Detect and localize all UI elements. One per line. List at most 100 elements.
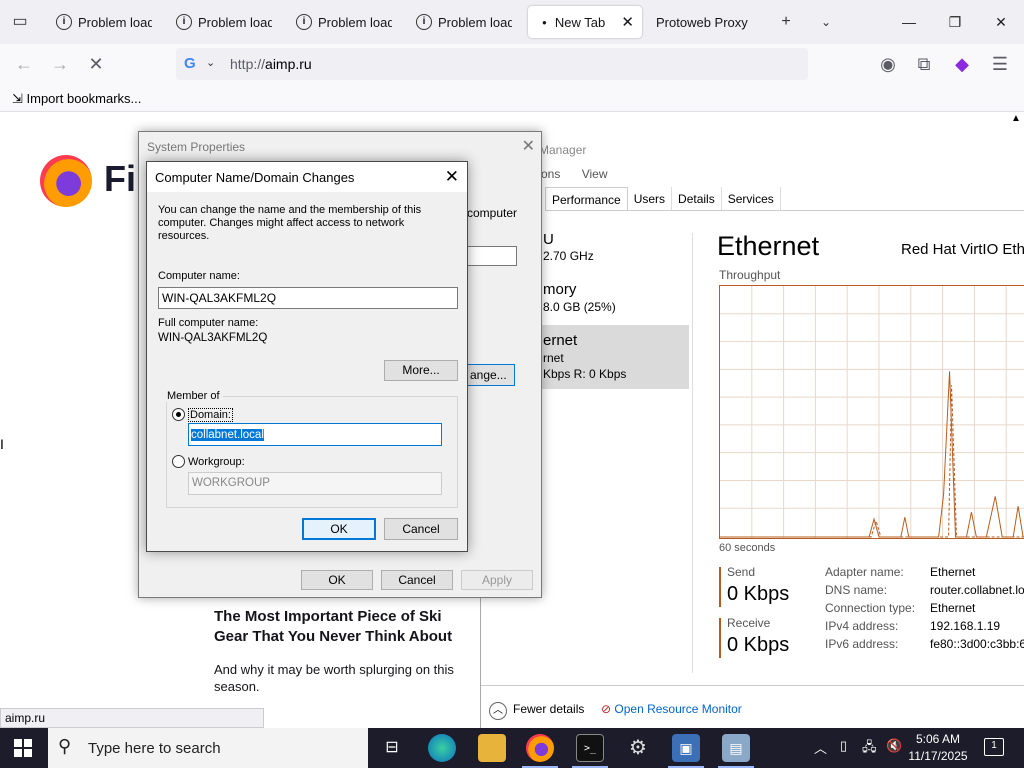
- extensions-puzzle-icon[interactable]: ⧉: [912, 52, 936, 76]
- ok-button[interactable]: OK: [302, 518, 376, 540]
- hamburger-menu-icon[interactable]: ☰: [988, 52, 1012, 76]
- url-bar[interactable]: G ⌄ http://aimp.ru: [176, 48, 808, 80]
- tab-problem-loading-1[interactable]: i Problem loadi: [48, 6, 160, 38]
- tab-users[interactable]: Users: [628, 187, 673, 211]
- task-manager-menu: ons View: [541, 167, 626, 181]
- list-all-tabs-chevron-icon[interactable]: ⌄: [812, 8, 840, 36]
- member-of-label: Member of: [164, 390, 223, 402]
- minimize-icon[interactable]: —: [886, 0, 932, 44]
- tab-services[interactable]: Services: [722, 187, 781, 211]
- url-scheme: http://: [230, 56, 266, 72]
- tab-protoweb-proxy[interactable]: Protoweb Proxy: [648, 6, 768, 38]
- change-button[interactable]: ange...: [465, 364, 515, 386]
- detail-value: Ethernet: [930, 601, 976, 615]
- new-tab-plus-icon[interactable]: +: [772, 8, 800, 36]
- tab-problem-loading-3[interactable]: i Problem loadi: [288, 6, 400, 38]
- system-properties-title: System Properties: [147, 140, 246, 154]
- sidebar-ethernet-label[interactable]: ernet: [543, 332, 577, 349]
- full-computer-name-label: Full computer name:: [158, 317, 259, 329]
- tab-performance[interactable]: Performance: [545, 187, 628, 211]
- volume-muted-icon[interactable]: 🔇: [886, 738, 902, 754]
- chevron-down-icon[interactable]: ⌄: [206, 56, 215, 69]
- sidebar-cpu-label[interactable]: U: [543, 231, 554, 248]
- receive-label: Receive: [727, 616, 771, 630]
- detail-key: DNS name:: [825, 583, 888, 597]
- tab-label: Problem loadi: [318, 14, 392, 30]
- ok-button[interactable]: OK: [301, 570, 373, 590]
- import-bookmarks-link[interactable]: ⇲ Import bookmarks...: [12, 91, 141, 107]
- firefox-taskbar-icon[interactable]: [526, 734, 554, 762]
- more-button[interactable]: More...: [384, 360, 458, 381]
- time-axis-label: 60 seconds: [719, 542, 776, 554]
- send-indicator: [719, 567, 721, 607]
- domain-input[interactable]: collabnet.local: [188, 423, 442, 446]
- domain-label[interactable]: Domain:: [188, 408, 233, 422]
- taskbar-search-box[interactable]: ⚲ Type here to search: [48, 728, 368, 768]
- close-window-icon[interactable]: ✕: [978, 0, 1024, 44]
- ethernet-heading: Ethernet: [717, 231, 820, 261]
- send-line: [720, 371, 1024, 538]
- full-computer-name-value: WIN-QAL3AKFML2Q: [158, 332, 268, 344]
- computer-name-input[interactable]: WIN-QAL3AKFML2Q: [158, 287, 458, 309]
- apply-button[interactable]: Apply: [461, 570, 533, 590]
- chevron-up-icon[interactable]: ︿: [814, 738, 827, 757]
- tab-problem-loading-2[interactable]: i Problem loadi: [168, 6, 280, 38]
- notification-center-icon[interactable]: 1: [984, 738, 1004, 756]
- tab-label: Problem loadi: [438, 14, 512, 30]
- settings-gear-icon[interactable]: ⚙: [624, 734, 652, 762]
- network-icon[interactable]: 🖧: [862, 738, 877, 760]
- command-prompt-icon[interactable]: >_: [576, 734, 604, 762]
- taskbar: ⚲ Type here to search ⊟ >_ ⚙ ▣ ▤ ︿ ▯ 🖧 🔇…: [0, 728, 1024, 768]
- open-resource-monitor-label: Open Resource Monitor: [614, 702, 742, 716]
- windows-start-icon[interactable]: [14, 739, 32, 757]
- pocket-story-card[interactable]: Outside The Most Important Piece of Ski …: [214, 586, 476, 695]
- workgroup-input[interactable]: WORKGROUP: [188, 472, 442, 495]
- url-text[interactable]: http://aimp.ru: [230, 56, 312, 72]
- throughput-graph: [719, 285, 1024, 539]
- account-icon[interactable]: ◉: [876, 52, 900, 76]
- clock[interactable]: 5:06 AM 11/17/2025: [906, 731, 970, 765]
- fewer-details-button[interactable]: ︿ Fewer details: [489, 702, 584, 720]
- close-icon[interactable]: ✕: [522, 136, 535, 156]
- computer-description-fragment: computer: [467, 206, 518, 220]
- info-icon: i: [296, 14, 312, 30]
- stop-loading-icon[interactable]: ✕: [84, 52, 108, 76]
- extension-icon[interactable]: ◆: [950, 52, 974, 76]
- domain-radio[interactable]: [172, 408, 185, 421]
- text-cursor-icon: I: [0, 436, 4, 452]
- workgroup-radio[interactable]: [172, 455, 185, 468]
- workgroup-label[interactable]: Workgroup:: [188, 456, 245, 468]
- maximize-icon[interactable]: ❐: [932, 0, 978, 44]
- tab-new-tab[interactable]: ● New Tab ✕: [528, 6, 642, 38]
- import-bookmarks-label: Import bookmarks...: [26, 91, 142, 106]
- tab-label: New Tab: [554, 14, 606, 30]
- computer-description-field[interactable]: [465, 246, 517, 266]
- tab-label: Protoweb Proxy: [656, 14, 748, 30]
- menu-view[interactable]: View: [582, 167, 608, 181]
- task-manager-taskbar-icon[interactable]: ▤: [722, 734, 750, 762]
- tab-problem-loading-4[interactable]: i Problem loadi: [408, 6, 520, 38]
- close-tab-icon[interactable]: ✕: [621, 13, 634, 31]
- receive-indicator: [719, 618, 721, 658]
- file-explorer-icon[interactable]: [478, 734, 506, 762]
- edge-icon[interactable]: [428, 734, 456, 762]
- back-arrow-icon[interactable]: ←: [12, 52, 36, 76]
- task-view-icon[interactable]: ⊟: [378, 734, 406, 762]
- tablet-icon[interactable]: ▯: [840, 738, 847, 754]
- story-title[interactable]: The Most Important Piece of Ski Gear Tha…: [214, 607, 476, 647]
- close-icon[interactable]: ✕: [445, 167, 459, 187]
- system-properties-taskbar-icon[interactable]: ▣: [672, 734, 700, 762]
- dialog-title: Computer Name/Domain Changes: [155, 170, 355, 185]
- forward-arrow-icon[interactable]: →: [48, 52, 72, 76]
- tab-details[interactable]: Details: [672, 187, 722, 211]
- scroll-up-icon[interactable]: ▲: [1008, 113, 1024, 131]
- domain-value-selected: collabnet.local: [191, 429, 264, 441]
- cancel-button[interactable]: Cancel: [384, 518, 458, 540]
- open-resource-monitor-link[interactable]: ⊘ Open Resource Monitor: [601, 702, 742, 716]
- sidebar-memory-label[interactable]: mory: [543, 281, 576, 298]
- search-engine-google-icon[interactable]: G: [184, 55, 196, 72]
- firefox-view-icon[interactable]: ▭: [6, 8, 34, 36]
- cancel-button[interactable]: Cancel: [381, 570, 453, 590]
- sidebar-cpu-value: 2.70 GHz: [543, 249, 594, 263]
- menu-options[interactable]: ons: [541, 167, 560, 181]
